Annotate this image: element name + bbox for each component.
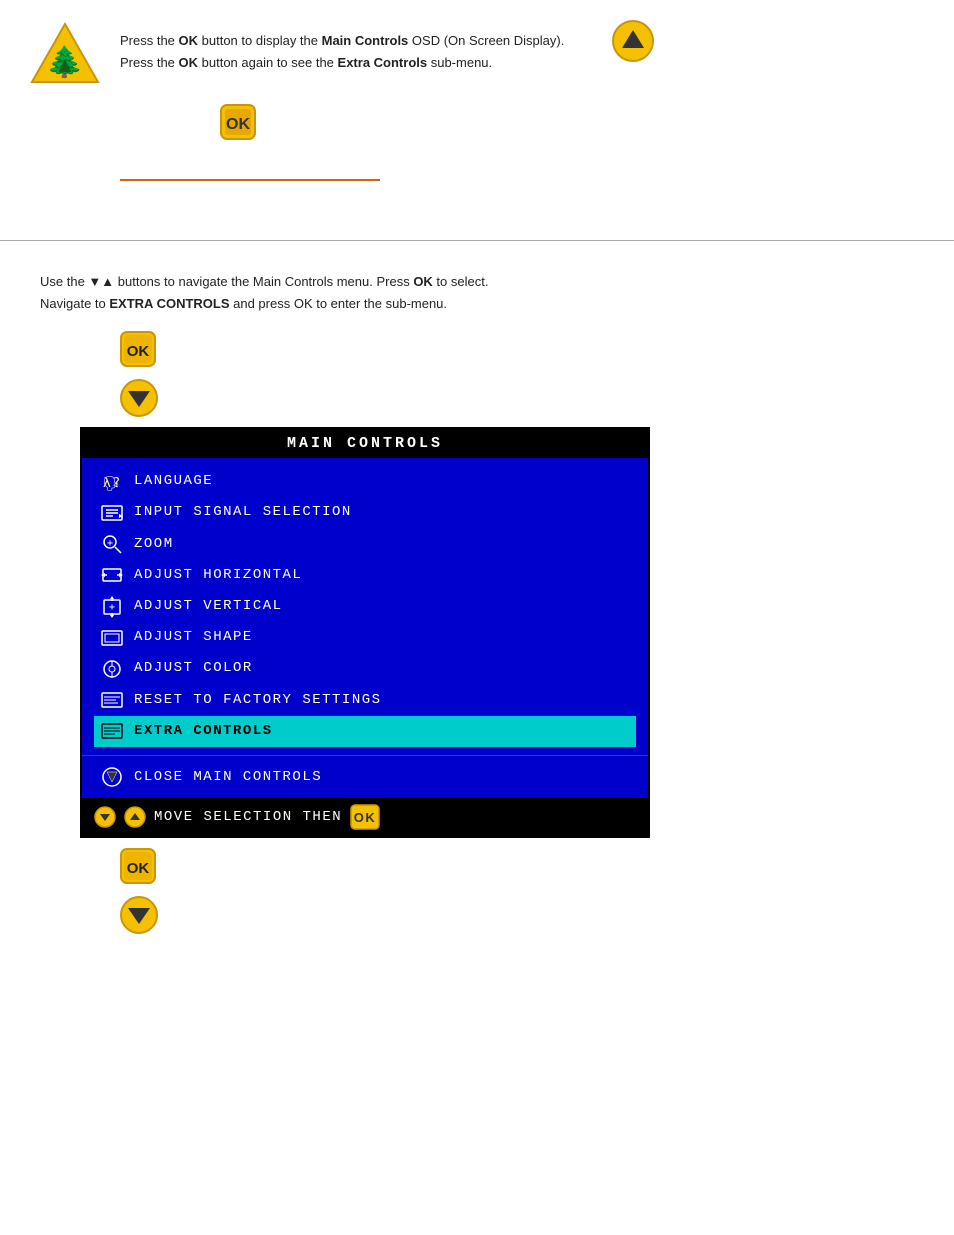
svg-text:+: + bbox=[107, 538, 115, 549]
language-icon: 🗣 λ? bbox=[98, 471, 126, 493]
zoom-icon: + bbox=[98, 533, 126, 555]
ok-icon-inline: OK bbox=[220, 104, 256, 140]
osd-menu-title: MAIN CONTROLS bbox=[82, 429, 648, 458]
section-divider bbox=[0, 240, 954, 241]
intro-text: Use the ▼▲ buttons to navigate the Main … bbox=[40, 271, 924, 315]
ok-button-icon-1: OK bbox=[120, 331, 156, 367]
horizontal-icon bbox=[98, 566, 126, 584]
vertical-icon: + bbox=[98, 596, 126, 618]
menu-item-extra-controls[interactable]: EXTRA CONTROLS bbox=[94, 716, 636, 747]
down-arrow-icon-1 bbox=[120, 379, 158, 417]
menu-item-reset[interactable]: RESET TO FACTORY SETTINGS bbox=[94, 685, 636, 716]
input-icon bbox=[98, 504, 126, 522]
color-icon bbox=[98, 658, 126, 680]
menu-item-vertical[interactable]: + ADJUST VERTICAL bbox=[94, 591, 636, 622]
extra-controls-icon bbox=[98, 722, 126, 740]
osd-menu: MAIN CONTROLS 🗣 λ? LANGUAGE bbox=[80, 427, 650, 838]
reset-icon bbox=[98, 691, 126, 709]
menu-item-zoom[interactable]: + ZOOM bbox=[94, 529, 636, 560]
osd-menu-items: 🗣 λ? LANGUAGE bbox=[82, 458, 648, 755]
svg-text:OK: OK bbox=[127, 860, 150, 877]
osd-close-section: CLOSE MAIN CONTROLS bbox=[82, 755, 648, 798]
ok-button-icon-2: OK bbox=[120, 848, 156, 884]
shape-icon bbox=[98, 629, 126, 647]
warning-icon: 🌲 ▲ bbox=[30, 20, 100, 90]
menu-item-color[interactable]: ADJUST COLOR bbox=[94, 653, 636, 684]
svg-text:+: + bbox=[109, 602, 117, 613]
svg-text:OK: OK bbox=[354, 810, 377, 825]
svg-text:OK: OK bbox=[127, 343, 150, 360]
svg-text:▲: ▲ bbox=[54, 52, 76, 77]
ok-icon-row-2: OK bbox=[120, 848, 924, 884]
menu-item-shape[interactable]: ADJUST SHAPE bbox=[94, 622, 636, 653]
menu-item-horizontal[interactable]: ADJUST HORIZONTAL bbox=[94, 560, 636, 591]
close-main-controls[interactable]: CLOSE MAIN CONTROLS bbox=[94, 762, 636, 792]
menu-item-language[interactable]: 🗣 λ? LANGUAGE bbox=[94, 466, 636, 497]
top-section: 🌲 ▲ Press the OK button to display the M… bbox=[0, 0, 954, 240]
orange-link-underline bbox=[120, 179, 380, 181]
main-content: Use the ▼▲ buttons to navigate the Main … bbox=[0, 261, 954, 964]
down-arrow-row-1 bbox=[120, 379, 924, 417]
footer-down-up-icon bbox=[94, 806, 116, 828]
down-arrow-icon-2 bbox=[120, 896, 158, 934]
svg-text:OK: OK bbox=[226, 116, 250, 133]
footer-ok-icon: OK bbox=[350, 804, 380, 830]
footer-up-icon bbox=[124, 806, 146, 828]
top-text-content: Press the OK button to display the Main … bbox=[120, 30, 820, 181]
osd-menu-footer: MOVE SELECTION THEN OK bbox=[82, 798, 648, 836]
down-arrow-row-2 bbox=[120, 896, 924, 934]
menu-item-input[interactable]: INPUT SIGNAL SELECTION bbox=[94, 497, 636, 528]
close-icon bbox=[98, 766, 126, 788]
ok-icon-row-1: OK bbox=[120, 331, 924, 367]
svg-text:λ?: λ? bbox=[103, 476, 122, 491]
